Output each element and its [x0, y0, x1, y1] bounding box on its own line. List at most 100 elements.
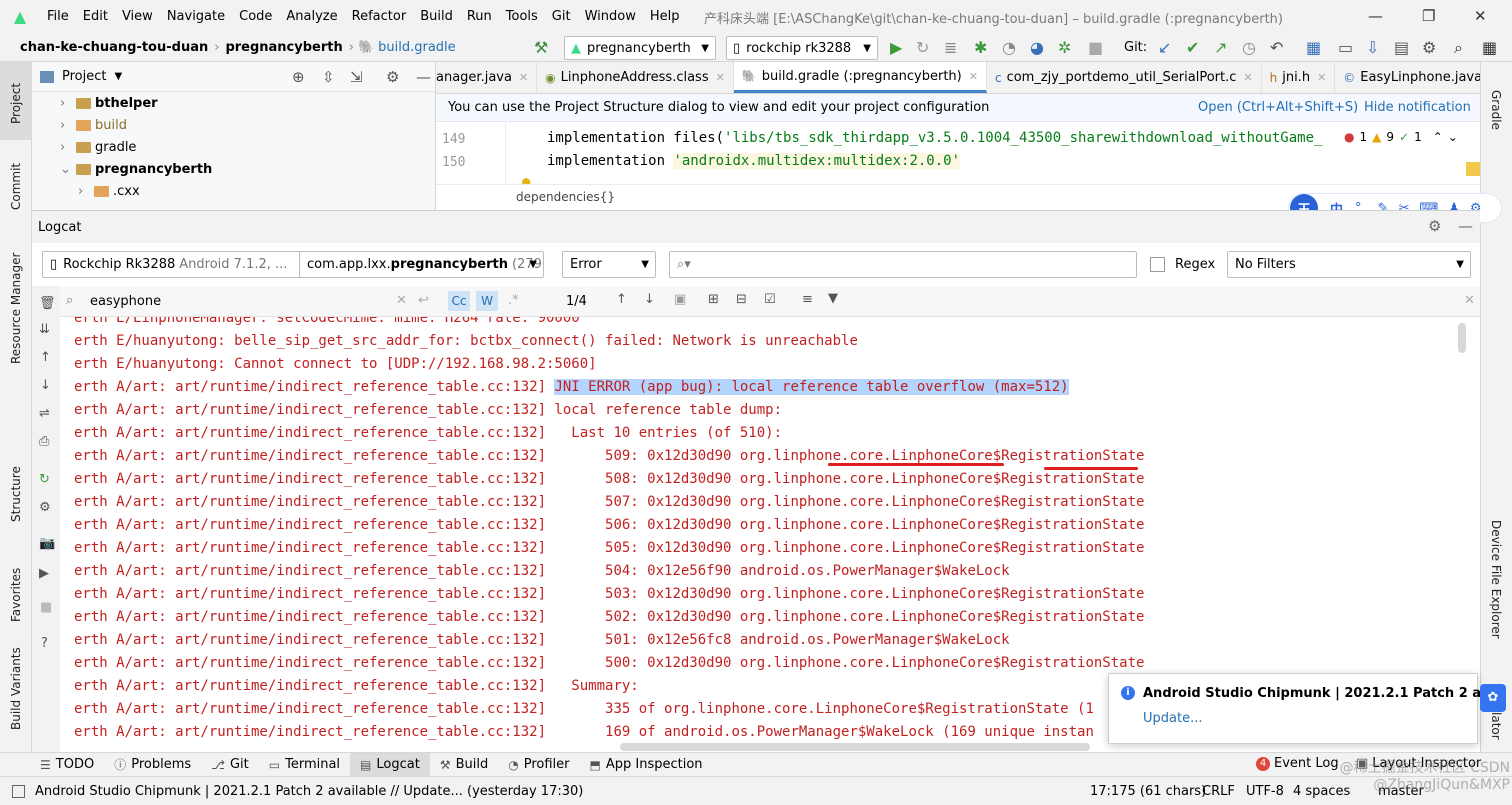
status-message[interactable]: Android Studio Chipmunk | 2021.2.1 Patch… — [35, 784, 583, 799]
horizontal-scrollbar[interactable] — [620, 743, 1090, 751]
device-dropdown[interactable]: ▯ Rockchip Rk3288 Android 7.1.2, ... ▼ — [42, 251, 318, 278]
camera-icon[interactable]: 📷 — [39, 536, 55, 551]
vertical-scrollbar[interactable] — [1458, 323, 1466, 353]
log-line[interactable]: erth A/art: art/runtime/indirect_referen… — [74, 471, 1144, 487]
match-case-toggle[interactable]: Cc — [448, 291, 470, 311]
logcat-search-field[interactable]: ⌕▾ — [669, 251, 1137, 278]
print-icon[interactable]: ⎙ — [39, 434, 49, 449]
menu-file[interactable]: File — [40, 9, 76, 24]
previous-match-icon[interactable]: ↑ — [616, 292, 627, 307]
breadcrumb-file[interactable]: build.gradle — [374, 40, 456, 55]
tree-item[interactable]: › build — [60, 118, 127, 133]
tool-resource-manager-label[interactable]: Resource Manager — [9, 253, 23, 364]
stop-icon[interactable]: ■ — [40, 600, 52, 615]
rerun-icon[interactable]: ↻ — [916, 38, 929, 57]
log-line[interactable]: erth A/art: art/runtime/indirect_referen… — [74, 379, 1069, 395]
locate-icon[interactable]: ⊕ — [292, 68, 305, 86]
tree-item[interactable]: › bthelper — [60, 96, 158, 111]
log-line[interactable]: erth E/LinphoneManager: setCodecMime: mi… — [74, 317, 580, 326]
file-encoding[interactable]: UTF-8 — [1246, 784, 1284, 799]
regex-toggle-icon[interactable]: .* — [508, 293, 519, 308]
select-all-icon[interactable]: ▣ — [674, 292, 686, 307]
cursor-position[interactable]: 17:175 (61 chars) — [1090, 784, 1206, 799]
coverage-icon[interactable]: ◕ — [1030, 38, 1044, 57]
history-icon[interactable]: ◷ — [1242, 38, 1256, 57]
editor-tab[interactable]: ◉ LinphoneAddress.class ✕ — [537, 62, 734, 93]
hammer-icon[interactable]: ⚒ — [534, 38, 548, 57]
trash-icon[interactable]: 🗑 — [39, 296, 56, 311]
log-line[interactable]: erth A/art: art/runtime/indirect_referen… — [74, 655, 1144, 671]
editor-tab[interactable]: h jni.h ✕ — [1262, 62, 1336, 93]
tool-structure-label[interactable]: Structure — [9, 466, 23, 522]
log-line[interactable]: erth A/art: art/runtime/indirect_referen… — [74, 586, 1144, 602]
log-line[interactable]: erth E/huanyutong: Cannot connect to [UD… — [74, 356, 597, 372]
warning-marker[interactable] — [1466, 162, 1480, 176]
breadcrumb-project[interactable]: chan-ke-chuang-tou-duan — [0, 40, 214, 55]
log-line[interactable]: erth A/art: art/runtime/indirect_referen… — [74, 448, 1144, 464]
code-line[interactable]: implementation 'androidx.multidex:multid… — [547, 153, 961, 169]
tool-emulator-label[interactable]: lator — [1489, 712, 1503, 740]
help-icon[interactable]: ? — [41, 636, 48, 651]
bottom-tab[interactable]: ☰ TODO — [30, 753, 104, 777]
inspection-widget[interactable]: ● 1 ▲ 9 ✓ 1 ⌃ ⌄ — [1344, 130, 1458, 144]
close-icon[interactable]: ✕ — [716, 71, 725, 84]
chevron-down-icon[interactable]: ▼ — [114, 71, 122, 82]
bottom-tab[interactable]: ⎇ Git — [201, 753, 259, 777]
tool-favorites-label[interactable]: Favorites — [9, 568, 23, 622]
menu-refactor[interactable]: Refactor — [345, 9, 414, 24]
whole-word-toggle[interactable]: W — [476, 291, 498, 311]
tool-build-variants-label[interactable]: Build Variants — [9, 647, 23, 730]
bottom-tab[interactable]: ◔ Profiler — [498, 753, 579, 777]
tool-gradle-label[interactable]: Gradle — [1489, 90, 1503, 130]
menu-build[interactable]: Build — [413, 9, 460, 24]
bottom-tab[interactable]: ⬒ App Inspection — [580, 753, 713, 777]
tree-item[interactable]: › .cxx — [78, 184, 140, 199]
device-select[interactable]: ▯ rockchip rk3288 ▼ — [726, 36, 878, 60]
plugins-icon[interactable]: ▦ — [1482, 38, 1497, 57]
close-icon[interactable]: ✕ — [969, 70, 978, 83]
project-structure-icon[interactable]: ▦ — [1306, 38, 1321, 57]
bottom-tab[interactable]: ▭ Terminal — [259, 753, 350, 777]
next-match-icon[interactable]: ↓ — [644, 292, 655, 307]
debug-icon[interactable]: ✱ — [974, 38, 987, 57]
log-line[interactable]: erth A/art: art/runtime/indirect_referen… — [74, 517, 1144, 533]
search-icon[interactable]: ⌕ — [1454, 38, 1463, 58]
menu-tools[interactable]: Tools — [499, 9, 545, 24]
menu-help[interactable]: Help — [643, 9, 687, 24]
process-dropdown[interactable]: com.app.lxx.pregnancyberth (2796) ▼ — [299, 251, 544, 278]
menu-git[interactable]: Git — [545, 9, 578, 24]
bottom-tab[interactable]: ⓘ Problems — [104, 753, 201, 777]
log-line[interactable]: erth A/art: art/runtime/indirect_referen… — [74, 724, 1094, 740]
log-line[interactable]: erth A/art: art/runtime/indirect_referen… — [74, 678, 639, 694]
menu-view[interactable]: View — [115, 9, 160, 24]
scroll-to-end-icon[interactable]: ⇊ — [39, 322, 50, 337]
run-icon[interactable]: ▶ — [890, 38, 902, 57]
remove-occurrence-icon[interactable]: ⊟ — [736, 292, 747, 307]
menu-code[interactable]: Code — [232, 9, 279, 24]
collapse-all-icon[interactable]: ⇲ — [350, 68, 363, 86]
editor-tab[interactable]: © EasyLinphone.java — [1335, 62, 1480, 93]
profile-icon[interactable]: ◔ — [1002, 38, 1016, 57]
add-occurrence-icon[interactable]: ⊞ — [708, 292, 719, 307]
breadcrumb-module[interactable]: pregnancyberth — [219, 40, 348, 55]
history-icon[interactable]: ↩ — [418, 293, 429, 308]
log-line[interactable]: erth E/huanyutong: belle_sip_get_src_add… — [74, 333, 858, 349]
tree-item[interactable]: ⌄ pregnancyberth — [60, 162, 212, 177]
soft-wrap-icon[interactable]: ⇌ — [39, 406, 50, 421]
event-log-tab[interactable]: 4 Event Log — [1256, 756, 1339, 771]
git-branch[interactable]: master — [1378, 784, 1424, 799]
log-line[interactable]: erth A/art: art/runtime/indirect_referen… — [74, 701, 1094, 717]
restart-icon[interactable]: ↻ — [39, 472, 50, 487]
maximize-button[interactable]: ❐ — [1422, 7, 1435, 25]
editor-tab[interactable]: anager.java ✕ — [436, 62, 538, 93]
gear-icon[interactable]: ⚙ — [39, 500, 51, 515]
emulator-side-icon[interactable]: ✿ — [1480, 684, 1506, 712]
filter-lines-icon[interactable]: ≡ — [802, 292, 813, 307]
close-icon[interactable]: ✕ — [519, 71, 528, 84]
log-line[interactable]: erth A/art: art/runtime/indirect_referen… — [74, 632, 1010, 648]
bottom-tab[interactable]: ▤ Logcat — [350, 752, 430, 777]
arrow-down-icon[interactable]: ↓ — [40, 378, 51, 393]
hide-icon[interactable]: — — [416, 68, 431, 86]
log-line[interactable]: erth A/art: art/runtime/indirect_referen… — [74, 609, 1144, 625]
project-view-select[interactable]: Project — [62, 69, 106, 84]
